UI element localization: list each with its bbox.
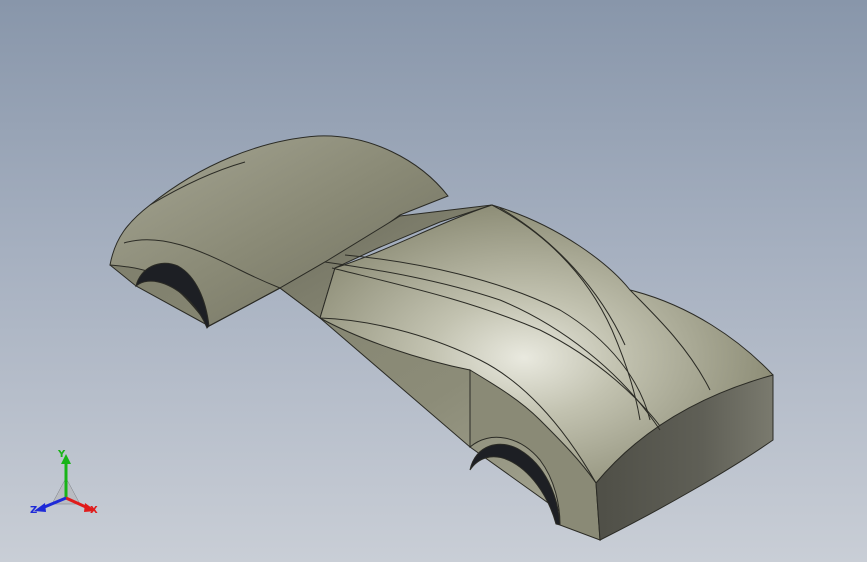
y-axis-label: Y (58, 449, 66, 460)
coordinate-triad: Y X Z (28, 448, 104, 524)
graphics-viewport[interactable]: Y X Z (0, 0, 867, 562)
z-axis-label: Z (30, 505, 38, 516)
x-axis-label: X (90, 505, 98, 516)
car-body-model[interactable] (0, 0, 867, 562)
